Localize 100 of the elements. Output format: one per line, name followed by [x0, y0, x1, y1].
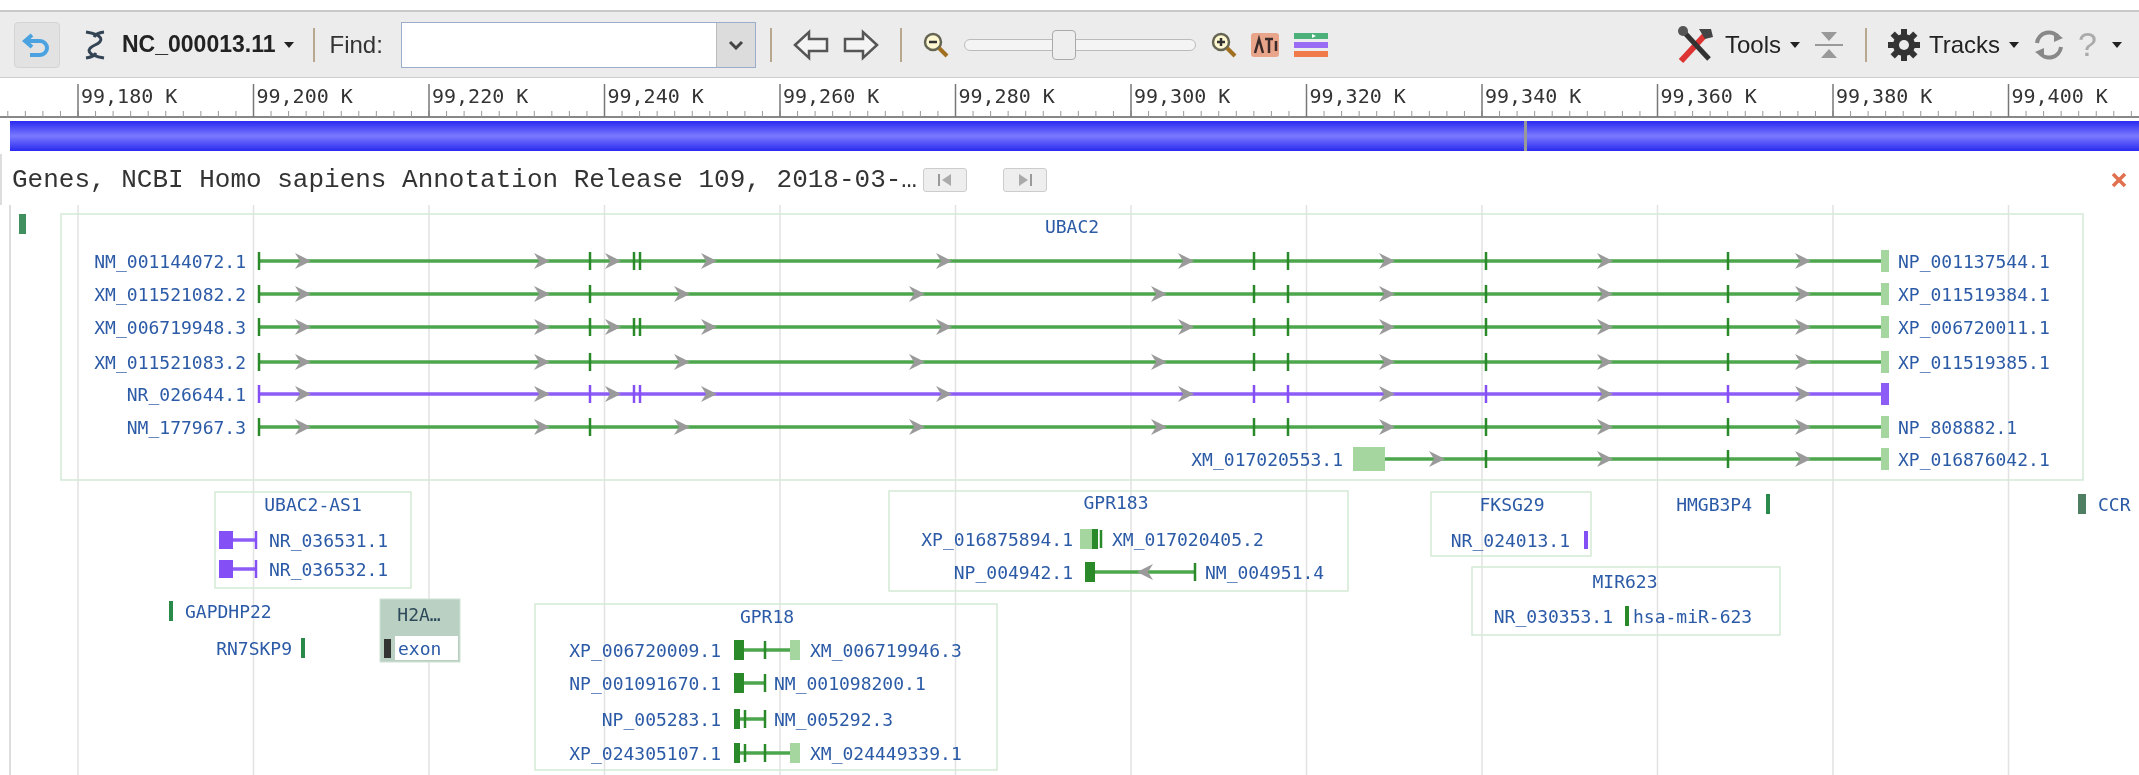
transcript-label[interactable]: NM_005292.3 [774, 708, 894, 730]
gene-box[interactable] [1471, 566, 1781, 636]
feature-label[interactable]: RN7SKP9 [216, 637, 292, 659]
ruler-label: 99,300 K [1134, 84, 1231, 108]
back-arrow-icon [22, 31, 52, 58]
transcript-label[interactable]: NR_024013.1 [1450, 529, 1570, 551]
feature-label[interactable]: CCR [2098, 493, 2131, 515]
zoom-in-icon[interactable] [1209, 30, 1238, 59]
transcript-label[interactable]: NM_177967.3 [126, 416, 246, 438]
transcript-drawing[interactable] [734, 673, 767, 693]
position-marker[interactable] [1524, 121, 1527, 151]
transcript-label[interactable]: NP_808882.1 [1898, 416, 2018, 438]
transcript-drawing[interactable] [257, 416, 1889, 438]
transcript-label[interactable]: XM_024449339.1 [810, 742, 962, 764]
zoom-slider[interactable] [963, 29, 1196, 60]
gene-name[interactable]: GPR183 [1083, 491, 1149, 513]
track-marker-icon [19, 214, 26, 234]
transcript-label[interactable]: NP_005283.1 [601, 708, 721, 730]
transcript-drawing[interactable] [219, 560, 258, 578]
sequence-dropdown[interactable]: NC_000013.11 [118, 31, 300, 58]
exon-label: exon [395, 636, 458, 660]
transcript-label[interactable]: NM_004951.4 [1205, 561, 1325, 583]
transcript-label[interactable]: XM_011521082.2 [94, 283, 246, 305]
transcript-label[interactable]: XM_006719946.3 [810, 639, 962, 661]
transcript-label[interactable]: hsa-miR-623 [1633, 605, 1753, 627]
transcript-label[interactable]: XP_006720009.1 [569, 639, 721, 661]
ruler-label: 99,340 K [1485, 84, 1582, 108]
tracks-menu[interactable]: Tracks [1880, 27, 2027, 62]
transcript-drawing[interactable] [1085, 562, 1197, 582]
gene-box[interactable] [888, 490, 1349, 592]
ruler-label: 99,240 K [607, 84, 704, 108]
sequence-icon[interactable] [1249, 30, 1280, 59]
gene-box[interactable] [1430, 491, 1592, 557]
transcript-label[interactable]: NR_036531.1 [269, 529, 389, 551]
transcript-drawing[interactable] [734, 743, 800, 763]
transcript-label[interactable]: XM_017020405.2 [1112, 528, 1264, 550]
zoom-out-icon[interactable] [921, 30, 950, 59]
right-arrow-icon[interactable] [841, 28, 880, 61]
transcript-drawing[interactable] [734, 709, 767, 729]
feature-label[interactable]: GAPDHP22 [185, 600, 272, 622]
transcript-drawing[interactable] [1080, 529, 1103, 549]
transcript-label[interactable]: NR_030353.1 [1493, 605, 1613, 627]
transcript-label[interactable]: XP_024305107.1 [569, 742, 721, 764]
caret-icon [2111, 40, 2123, 49]
transcript-drawing[interactable] [734, 640, 800, 660]
close-icon[interactable] [2111, 171, 2127, 188]
gear-icon [1886, 27, 1921, 62]
gene-name[interactable]: GPR18 [739, 605, 795, 627]
transcript-label[interactable]: NP_001091670.1 [569, 672, 721, 694]
transcript-label[interactable]: XM_006719948.3 [94, 316, 246, 338]
caret-icon [2008, 40, 2021, 49]
transcript-drawing[interactable] [219, 531, 258, 549]
transcript-label[interactable]: XP_016876042.1 [1898, 448, 2050, 470]
caret-icon [283, 40, 296, 49]
next-button[interactable] [1002, 167, 1047, 192]
ruler-label: 99,400 K [2011, 84, 2108, 108]
find-label: Find: [329, 30, 383, 59]
caret-icon [1788, 40, 1801, 49]
ruler-label: 99,180 K [81, 84, 178, 108]
transcript-drawing[interactable] [257, 316, 1889, 338]
gene-box[interactable] [60, 213, 2084, 481]
transcript-drawing[interactable] [1353, 447, 1889, 471]
transcript-label[interactable]: XM_011521083.2 [94, 351, 246, 373]
ruler-label: 99,200 K [256, 84, 353, 108]
transcript-label[interactable]: XP_016875894.1 [921, 528, 1073, 550]
feature-label[interactable]: H2A… [397, 603, 441, 625]
find-field[interactable] [400, 21, 756, 68]
ruler-label: 99,260 K [783, 84, 880, 108]
track-title: Genes, NCBI Homo sapiens Annotation Release 109, 2018-03-… [12, 164, 917, 195]
ruler-label: 99,380 K [1836, 84, 1933, 108]
ruler-label: 99,280 K [958, 84, 1055, 108]
chevron-down-icon [727, 39, 744, 50]
transcript-label[interactable]: NM_001144072.1 [94, 250, 246, 272]
transcript-drawing[interactable] [257, 383, 1889, 405]
tools-menu[interactable]: Tools [1668, 24, 1807, 65]
transcript-label[interactable]: XM_017020553.1 [1191, 448, 1343, 470]
transcript-label[interactable]: XP_006720011.1 [1898, 316, 2050, 338]
gene-name[interactable]: UBAC2-AS1 [264, 493, 362, 515]
ruler-label: 99,220 K [432, 84, 529, 108]
transcript-drawing[interactable] [257, 351, 1889, 373]
transcript-drawing[interactable] [257, 250, 1889, 272]
transcript-label[interactable]: NR_026644.1 [126, 383, 246, 405]
transcript-label[interactable]: NP_004942.1 [953, 561, 1073, 583]
gene-name[interactable]: FKSG29 [1479, 493, 1545, 515]
transcript-drawing[interactable] [257, 283, 1889, 305]
gene-box[interactable] [214, 491, 412, 589]
gene-box[interactable] [534, 603, 998, 771]
left-arrow-icon[interactable] [791, 28, 830, 61]
previous-button[interactable] [922, 167, 967, 192]
transcript-label[interactable]: XP_011519384.1 [1898, 283, 2050, 305]
transcript-label[interactable]: XP_011519385.1 [1898, 351, 2050, 373]
ruler-label: 99,360 K [1660, 84, 1757, 108]
transcript-label[interactable]: NM_001098200.1 [774, 672, 926, 694]
transcript-label[interactable]: NP_001137544.1 [1898, 250, 2050, 272]
gene-name[interactable]: UBAC2 [1044, 215, 1100, 237]
gene-name[interactable]: MIR623 [1592, 570, 1658, 592]
transcript-label[interactable]: NR_036532.1 [269, 558, 389, 580]
back-button[interactable] [14, 21, 60, 68]
ruler-label: 99,320 K [1309, 84, 1406, 108]
feature-label[interactable]: HMGB3P4 [1676, 493, 1752, 515]
